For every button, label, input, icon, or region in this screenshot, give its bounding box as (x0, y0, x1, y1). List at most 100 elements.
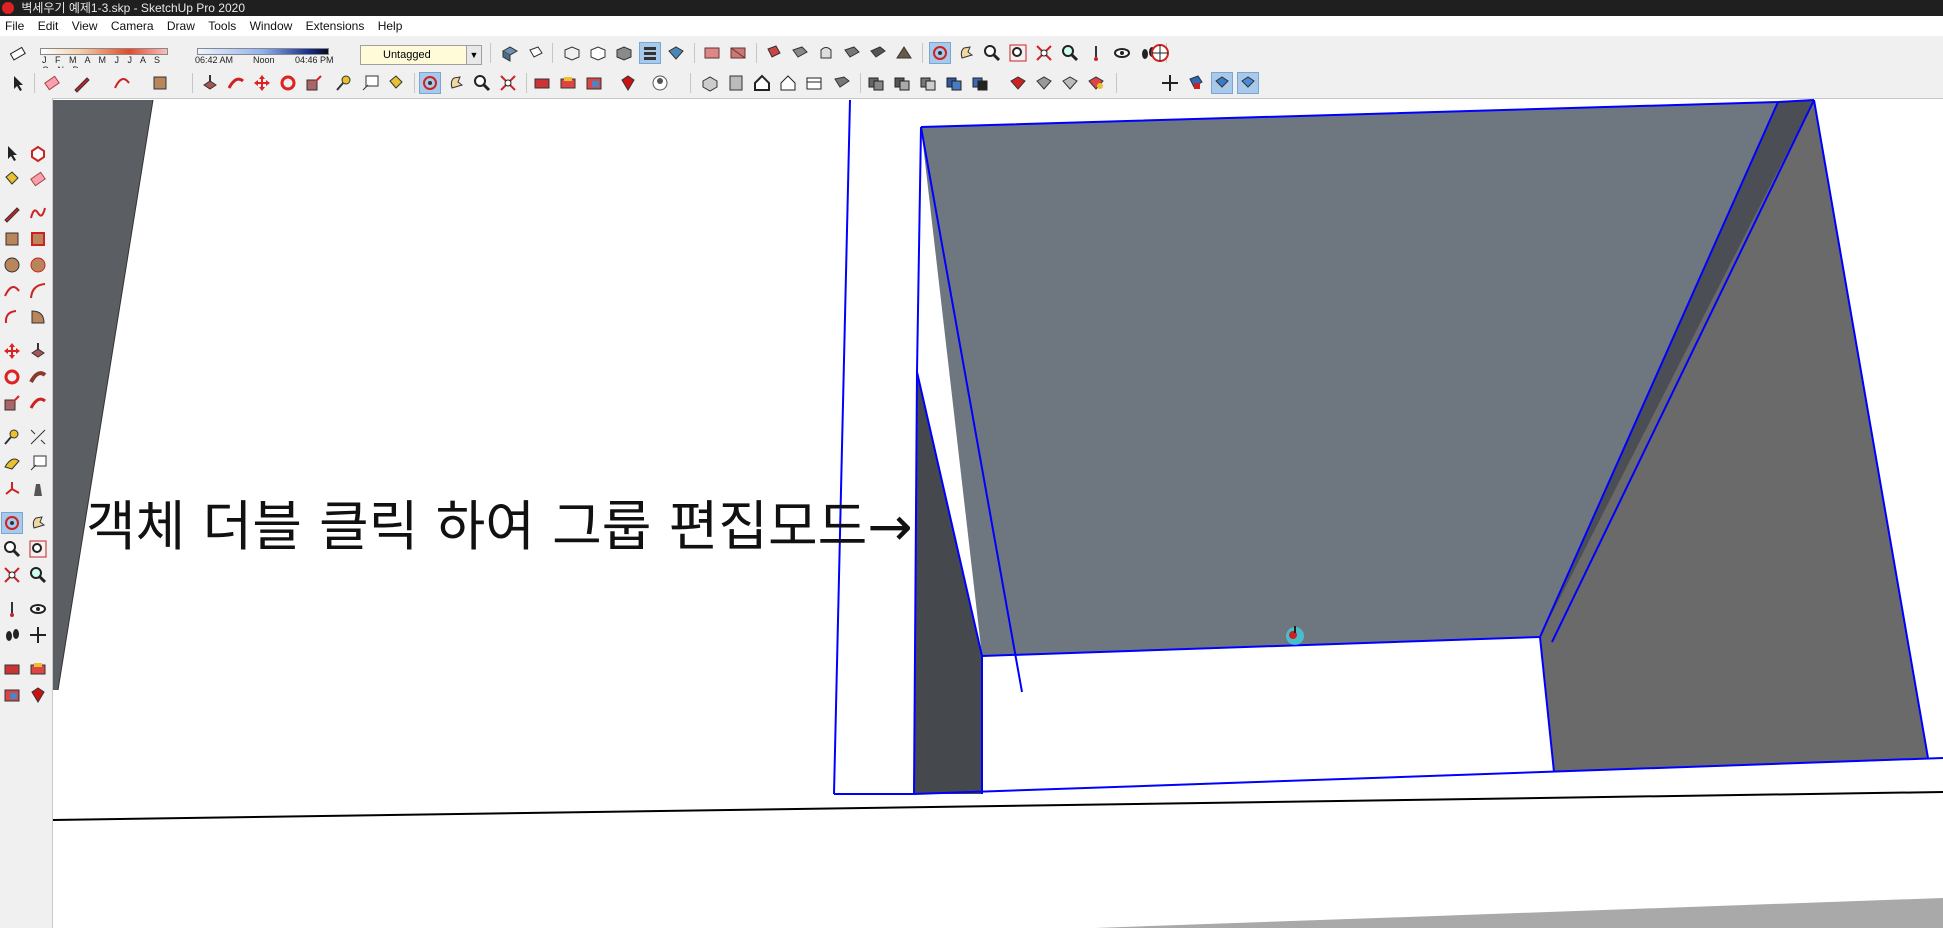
tape-measure-icon[interactable] (2, 427, 22, 447)
walk-icon[interactable] (2, 625, 22, 645)
front-view-icon[interactable] (752, 73, 772, 93)
zoom-extents-icon[interactable] (1034, 43, 1054, 63)
pan-icon[interactable] (956, 43, 976, 63)
chevron-down-icon[interactable]: ▼ (466, 46, 481, 64)
dynamic-component-4-icon[interactable] (1086, 73, 1106, 93)
menu-draw[interactable]: Draw (162, 16, 200, 36)
paint-bucket-icon[interactable] (2, 169, 22, 189)
shadow-time-slider[interactable]: 06:42 AM Noon 04:46 PM (195, 42, 335, 66)
line-icon[interactable] (2, 203, 22, 223)
dynamic-component-2-icon[interactable] (1034, 73, 1054, 93)
components-icon[interactable] (28, 659, 48, 679)
rotate-icon[interactable] (2, 367, 22, 387)
position-camera-icon[interactable] (2, 599, 22, 619)
rectangle-icon[interactable] (2, 229, 22, 249)
iso-view-icon[interactable] (700, 73, 720, 93)
section-plane-icon[interactable] (764, 43, 784, 63)
pan-icon[interactable] (28, 513, 48, 533)
move-icon[interactable] (252, 73, 272, 93)
offset-icon[interactable] (28, 393, 48, 413)
menu-tools[interactable]: Tools (203, 16, 241, 36)
freehand-icon[interactable] (28, 203, 48, 223)
axes-icon[interactable] (2, 479, 22, 499)
zoom-icon[interactable] (2, 539, 22, 559)
three-point-arc-icon[interactable] (2, 307, 22, 327)
zoom-icon[interactable] (472, 73, 492, 93)
text-icon[interactable] (28, 453, 48, 473)
solid-trim-icon[interactable] (918, 73, 938, 93)
section-planes-display-icon[interactable] (1211, 72, 1233, 94)
solid-union-icon[interactable] (866, 73, 886, 93)
wireframe-icon[interactable] (562, 43, 582, 63)
look-around-icon[interactable] (28, 599, 48, 619)
back-view-icon[interactable] (804, 73, 824, 93)
section-fill-icon[interactable] (1186, 73, 1206, 93)
scale-icon[interactable] (304, 73, 324, 93)
zoom-extents-icon[interactable] (498, 73, 518, 93)
menu-file[interactable]: File (0, 16, 29, 36)
previous-view-icon[interactable] (28, 565, 48, 585)
3d-text-icon[interactable] (28, 479, 48, 499)
scene-2-icon[interactable] (816, 43, 836, 63)
section-plane-icon[interactable] (28, 625, 48, 645)
extension-icon[interactable] (2, 685, 22, 705)
menu-extensions[interactable]: Extensions (301, 16, 370, 36)
zoom-icon[interactable] (982, 43, 1002, 63)
zoom-window-icon[interactable] (28, 539, 48, 559)
rectangle-icon[interactable] (150, 73, 170, 93)
warehouse-icon[interactable] (2, 659, 22, 679)
menu-view[interactable]: View (67, 16, 103, 36)
protractor-icon[interactable] (2, 453, 22, 473)
scene-4-icon[interactable] (868, 43, 888, 63)
back-edges-icon[interactable] (526, 43, 546, 63)
hidden-line-icon[interactable] (588, 43, 608, 63)
geo-location-icon[interactable] (1150, 43, 1170, 63)
follow-me-icon[interactable] (28, 367, 48, 387)
orbit-icon[interactable] (419, 72, 441, 94)
circle-icon[interactable] (2, 255, 22, 275)
dimension-icon[interactable] (28, 427, 48, 447)
paint-bucket-icon[interactable] (386, 73, 406, 93)
select-icon[interactable] (2, 143, 22, 163)
make-component-icon[interactable] (28, 143, 48, 163)
push-pull-icon[interactable] (28, 341, 48, 361)
orbit-icon[interactable] (1, 512, 23, 534)
orbit-icon[interactable] (929, 42, 951, 64)
text-icon[interactable] (360, 73, 380, 93)
pan-icon[interactable] (446, 73, 466, 93)
ruby-icon[interactable] (618, 73, 638, 93)
solid-split-icon[interactable] (944, 73, 964, 93)
polygon-icon[interactable] (28, 255, 48, 275)
solid-subtract-icon[interactable] (892, 73, 912, 93)
rotated-rectangle-icon[interactable] (28, 229, 48, 249)
select-icon[interactable] (8, 73, 28, 93)
position-camera-icon[interactable] (1086, 43, 1106, 63)
components-icon[interactable] (558, 73, 578, 93)
monochrome-icon[interactable] (666, 43, 686, 63)
dynamic-component-icon[interactable] (1008, 73, 1028, 93)
style-1-icon[interactable] (702, 43, 722, 63)
top-view-icon[interactable] (726, 73, 746, 93)
scene-1-icon[interactable] (790, 43, 810, 63)
left-view-icon[interactable] (832, 73, 852, 93)
zoom-extents-icon[interactable] (2, 565, 22, 585)
eraser-icon[interactable] (8, 43, 28, 63)
tag-dropdown[interactable]: Untagged ▼ (360, 45, 482, 65)
menu-camera[interactable]: Camera (106, 16, 159, 36)
shaded-icon[interactable] (614, 43, 634, 63)
pencil-icon[interactable] (72, 73, 92, 93)
drawing-viewport[interactable]: 객체 더블 클릭 하여 그룹 편집모드→ (53, 99, 1943, 928)
xray-icon[interactable] (500, 43, 520, 63)
menu-window[interactable]: Window (245, 16, 298, 36)
extension-icon[interactable] (584, 73, 604, 93)
section-cuts-display-icon[interactable] (1237, 72, 1259, 94)
account-icon[interactable] (650, 73, 670, 93)
look-around-icon[interactable] (1112, 43, 1132, 63)
rotate-icon[interactable] (278, 73, 298, 93)
shaded-textures-icon[interactable] (639, 42, 661, 64)
zoom-window-icon[interactable] (1008, 43, 1028, 63)
scene-5-icon[interactable] (894, 43, 914, 63)
eraser-icon[interactable] (42, 73, 62, 93)
arc-icon[interactable] (2, 281, 22, 301)
scene-3-icon[interactable] (842, 43, 862, 63)
